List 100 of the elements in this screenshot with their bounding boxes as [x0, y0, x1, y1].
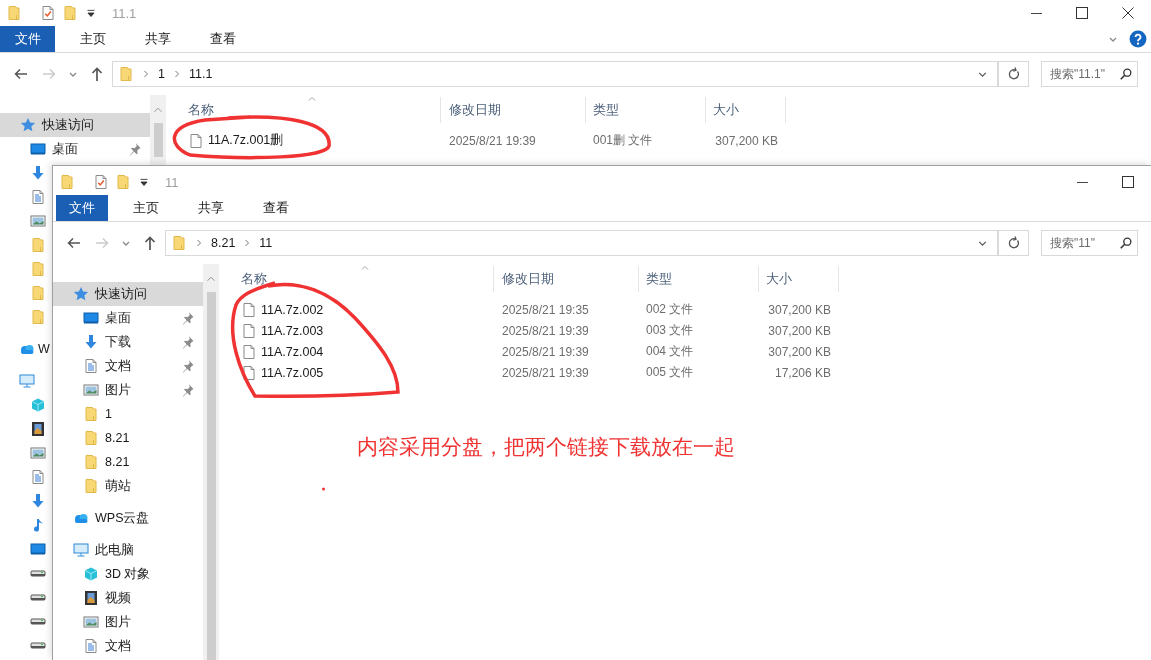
file-name[interactable]: 11A.7z.003: [261, 323, 324, 338]
table-cell-text: 2025/8/21 19:35: [501, 302, 590, 317]
scrollbar[interactable]: [203, 264, 219, 660]
nav-item[interactable]: 快速访问: [0, 113, 150, 137]
window-title: 11: [165, 174, 179, 190]
forward-arrow-icon: [41, 66, 57, 82]
scrollbar-thumb[interactable]: [153, 123, 163, 157]
cube-icon: [83, 566, 99, 582]
nav-item[interactable]: 图片: [53, 610, 203, 634]
nav-item[interactable]: 1: [53, 402, 203, 426]
nav-item[interactable]: 8.21: [53, 450, 203, 474]
ribbon-tab[interactable]: 共享: [184, 195, 238, 221]
annotation-text: 内容采用分盘，把两个链接下载放在一起: [357, 434, 735, 460]
column-header[interactable]: 类型: [586, 97, 706, 123]
document-icon: [30, 469, 46, 485]
file-icon: [241, 364, 257, 381]
file-name[interactable]: 11A.7z.005: [261, 365, 324, 380]
nav-item[interactable]: 下载: [53, 330, 203, 354]
folder-icon: [115, 174, 131, 190]
nav-item[interactable]: 萌站: [53, 474, 203, 498]
up-arrow-icon: [142, 235, 158, 251]
document-icon: [30, 189, 46, 205]
table-cell-text: 003 文件: [645, 322, 695, 339]
download-arrow-icon: [83, 334, 99, 350]
refresh-button[interactable]: [999, 230, 1029, 256]
scrollbar-thumb[interactable]: [206, 292, 216, 660]
folder-icon: [171, 235, 187, 251]
ribbon-tab[interactable]: 主页: [119, 195, 173, 221]
desktop-icon: [83, 310, 99, 326]
table-cell-text: 002 文件: [645, 301, 695, 318]
ribbon-tab[interactable]: 查看: [249, 195, 303, 221]
column-header[interactable]: 名称: [166, 97, 441, 123]
nav-item[interactable]: 桌面: [53, 306, 203, 330]
film-icon: [30, 421, 46, 437]
folder-icon: [30, 261, 46, 277]
refresh-button[interactable]: [999, 61, 1029, 87]
scrollbar[interactable]: [150, 95, 166, 165]
nav-item[interactable]: 8.21: [53, 426, 203, 450]
column-header[interactable]: 大小: [759, 266, 839, 292]
table-cell-text: 307,200 KB: [767, 344, 832, 359]
back-arrow-icon: [66, 235, 82, 251]
star-icon: [73, 286, 89, 302]
file-name[interactable]: 11A.7z.002: [261, 302, 324, 317]
nav-item[interactable]: W: [0, 337, 52, 361]
breadcrumb[interactable]: 1: [158, 67, 165, 81]
file-icon: [188, 132, 204, 149]
nav-item[interactable]: 快速访问: [53, 282, 203, 306]
document-icon: [83, 638, 99, 654]
breadcrumb[interactable]: 11.1: [188, 67, 213, 81]
star-icon: [20, 117, 36, 133]
column-header[interactable]: 类型: [639, 266, 759, 292]
cube-icon: [30, 397, 46, 413]
table-cell-text: 2025/8/21 19:39: [501, 344, 590, 359]
file-icon: [241, 343, 257, 360]
maximize-icon: [1120, 174, 1136, 190]
file-name[interactable]: 11A.7z.001删: [208, 132, 284, 149]
nav-item[interactable]: 桌面: [0, 137, 150, 161]
annotation-dot: [322, 487, 325, 491]
nav-item[interactable]: 此电脑: [53, 538, 203, 562]
table-cell-text: 2025/8/21 19:39: [448, 133, 537, 148]
nav-item[interactable]: 图片: [53, 378, 203, 402]
ribbon-tab[interactable]: 共享: [131, 26, 185, 52]
ribbon-tab[interactable]: 查看: [196, 26, 250, 52]
column-header[interactable]: 修改日期: [441, 97, 586, 123]
ribbon-tab[interactable]: 文件: [56, 195, 108, 221]
picture-icon: [30, 445, 46, 461]
computer-icon: [73, 542, 89, 558]
download-arrow-icon: [30, 493, 46, 509]
ribbon-tab[interactable]: 文件: [0, 26, 55, 52]
back-arrow-icon: [13, 66, 29, 82]
nav-item[interactable]: 3D 对象: [53, 562, 203, 586]
ribbon-tab[interactable]: 主页: [66, 26, 120, 52]
nav-item[interactable]: 文档: [53, 354, 203, 378]
close-icon: [1120, 5, 1136, 21]
folder-icon: [30, 309, 46, 325]
folder-icon: [30, 285, 46, 301]
column-header[interactable]: 修改日期: [494, 266, 639, 292]
nav-item[interactable]: 视频: [53, 586, 203, 610]
file-name[interactable]: 11A.7z.004: [261, 344, 324, 359]
folder-icon: [59, 174, 75, 190]
column-header[interactable]: 大小: [706, 97, 786, 123]
table-cell-text: 004 文件: [645, 343, 695, 360]
table-cell-text: 307,200 KB: [767, 323, 832, 338]
checklist-icon: [40, 5, 56, 21]
folder-icon: [6, 5, 22, 21]
breadcrumb[interactable]: 11: [259, 236, 273, 250]
address-bar[interactable]: 1 11.1: [112, 61, 999, 87]
folder-icon: [62, 5, 78, 21]
desktop-icon: [30, 541, 46, 557]
folder-icon: [83, 478, 99, 494]
picture-icon: [83, 614, 99, 630]
breadcrumb[interactable]: 8.21: [211, 236, 236, 250]
address-bar[interactable]: 8.21 11: [165, 230, 999, 256]
nav-item[interactable]: 文档: [53, 634, 203, 658]
forward-arrow-icon: [94, 235, 110, 251]
nav-item[interactable]: WPS云盘: [53, 506, 203, 530]
folder-icon: [83, 406, 99, 422]
table-cell-text: 307,200 KB: [714, 133, 779, 148]
table-cell-text: 17,206 KB: [773, 365, 832, 380]
column-header[interactable]: 名称: [219, 266, 494, 292]
